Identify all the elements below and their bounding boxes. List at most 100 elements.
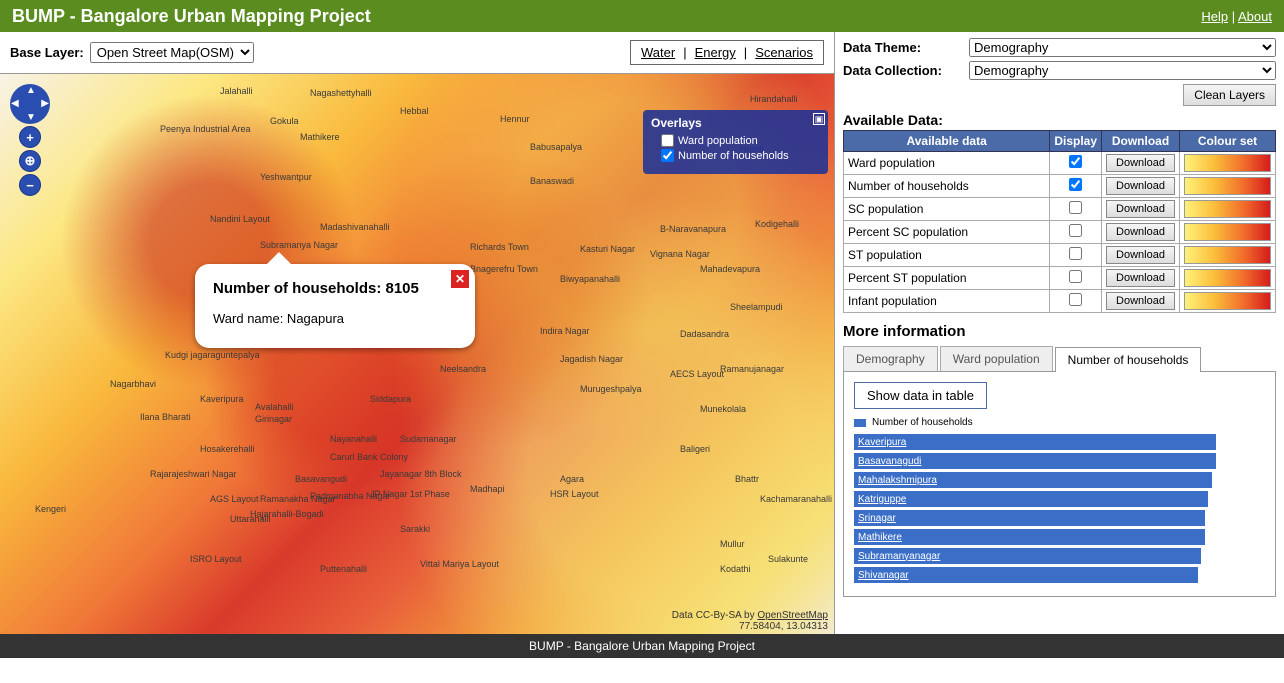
osm-link[interactable]: OpenStreetMap [757,610,828,621]
ward-label: Madhapi [470,484,505,494]
bar[interactable]: Srinagar [854,510,1205,526]
bar[interactable]: Katriguppe [854,491,1208,507]
ward-label: Ramanakha Nagar [260,494,336,504]
bar[interactable]: Subramanyanagar [854,548,1201,564]
ward-label: Mullur [720,539,745,549]
energy-link[interactable]: Energy [695,45,736,60]
ward-label: Ilana Bharati [140,412,191,422]
ward-label: Hebbal [400,106,429,116]
ward-label: Peenya Industrial Area [160,124,251,134]
download-button[interactable]: Download [1106,154,1175,172]
tab[interactable]: Demography [843,346,938,371]
colour-ramp[interactable] [1184,200,1271,218]
about-link[interactable]: About [1238,9,1272,24]
zoom-in-button[interactable]: + [19,126,41,148]
tab[interactable]: Ward population [940,346,1053,371]
bar[interactable]: Mathikere [854,529,1205,545]
overlays-panel: ▣ Overlays Ward populationNumber of hous… [643,110,828,174]
bar-row: Basavanagudi [854,453,1265,469]
ward-label: Jalahalli [220,86,253,96]
popup-body: Ward name: Nagapura [213,311,457,326]
ward-label: Neelsandra [440,364,486,374]
table-row: Number of households Download [844,175,1276,198]
app-header: BUMP - Bangalore Urban Mapping Project H… [0,0,1284,32]
bar[interactable]: Mahalakshmipura [854,472,1212,488]
ward-label: Hennur [500,114,530,124]
data-name-cell: Percent SC population [844,221,1050,244]
ward-label: Richards Town [470,242,529,252]
ward-label: Jayanagar 8th Block [380,469,462,479]
households-chart: Kaveripura Basavanagudi Mahalakshmipura Kat… [854,434,1265,583]
display-checkbox[interactable] [1069,155,1082,168]
bar-row: Subramanyanagar [854,548,1265,564]
available-data-table: Available data Display Download Colour s… [843,130,1276,313]
table-row: ST population Download [844,244,1276,267]
download-button[interactable]: Download [1106,200,1175,218]
ward-label: Basavangudi [295,474,347,484]
ward-label: Nayanahalli [330,434,377,444]
download-button[interactable]: Download [1106,177,1175,195]
ward-label: Madashivanahalli [320,222,390,232]
bar-row: Mahalakshmipura [854,472,1265,488]
tab[interactable]: Number of households [1055,347,1202,372]
bar[interactable]: Kaveripura [854,434,1216,450]
base-layer-select[interactable]: Open Street Map(OSM) [90,42,254,63]
overlays-toggle-icon[interactable]: ▣ [813,113,825,125]
bar[interactable]: Basavanagudi [854,453,1216,469]
ward-label: HSR Layout [550,489,599,499]
display-checkbox[interactable] [1069,270,1082,283]
display-checkbox[interactable] [1069,178,1082,191]
more-info-header: More information [843,323,1276,340]
ward-label: Sheelampudi [730,302,783,312]
close-icon[interactable]: ✕ [451,270,469,288]
display-checkbox[interactable] [1069,201,1082,214]
download-button[interactable]: Download [1106,246,1175,264]
display-checkbox[interactable] [1069,293,1082,306]
overlay-item[interactable]: Number of households [661,149,820,162]
download-button[interactable]: Download [1106,269,1175,287]
download-button[interactable]: Download [1106,292,1175,310]
pan-control[interactable]: ▲▼◀▶ [10,84,50,124]
ward-label: Yeshwantpur [260,172,312,182]
footer: BUMP - Bangalore Urban Mapping Project [0,634,1284,658]
data-panel: Data Theme: Demography Data Collection: … [835,32,1284,634]
ward-label: AGS Layout [210,494,259,504]
colour-ramp[interactable] [1184,292,1271,310]
display-checkbox[interactable] [1069,247,1082,260]
colour-ramp[interactable] [1184,269,1271,287]
ward-label: Siddapura [370,394,411,404]
scenarios-link[interactable]: Scenarios [755,45,813,60]
ward-label: Kodathi [720,564,751,574]
overlay-checkbox[interactable] [661,149,674,162]
data-name-cell: Number of households [844,175,1050,198]
download-button[interactable]: Download [1106,223,1175,241]
help-link[interactable]: Help [1201,9,1228,24]
chart-legend: Number of households [854,417,1265,428]
colour-ramp[interactable] [1184,177,1271,195]
ward-label: Bhattr [735,474,759,484]
ward-label: Nandini Layout [210,214,270,224]
map-nav-control: ▲▼◀▶ + ⊕ − [10,84,50,196]
ward-label: Kudgi jagaraguntepalya [165,350,260,360]
show-data-table-button[interactable]: Show data in table [854,382,987,409]
colour-ramp[interactable] [1184,223,1271,241]
data-collection-select[interactable]: Demography [969,61,1276,80]
display-checkbox[interactable] [1069,224,1082,237]
zoom-out-button[interactable]: − [19,174,41,196]
water-link[interactable]: Water [641,45,675,60]
map-canvas[interactable]: JalahalliNagashettyhalliPeenya Industria… [0,74,834,634]
available-data-header: Available Data: [843,112,1276,128]
clean-layers-button[interactable]: Clean Layers [1183,84,1276,106]
bar[interactable]: Shivanagar [854,567,1198,583]
ward-label: Biwyapanahalli [560,274,620,284]
colour-ramp[interactable] [1184,246,1271,264]
ward-label: Kachamaranahalli [760,494,832,504]
ward-label: Hosakerehalli [200,444,255,454]
colour-ramp[interactable] [1184,154,1271,172]
data-theme-select[interactable]: Demography [969,38,1276,57]
overlay-checkbox[interactable] [661,134,674,147]
overlay-item[interactable]: Ward population [661,134,820,147]
ward-label: JP Nagar 1st Phase [370,489,450,499]
map-toolbar: Base Layer: Open Street Map(OSM) Water |… [0,32,834,74]
zoom-world-button[interactable]: ⊕ [19,150,41,172]
